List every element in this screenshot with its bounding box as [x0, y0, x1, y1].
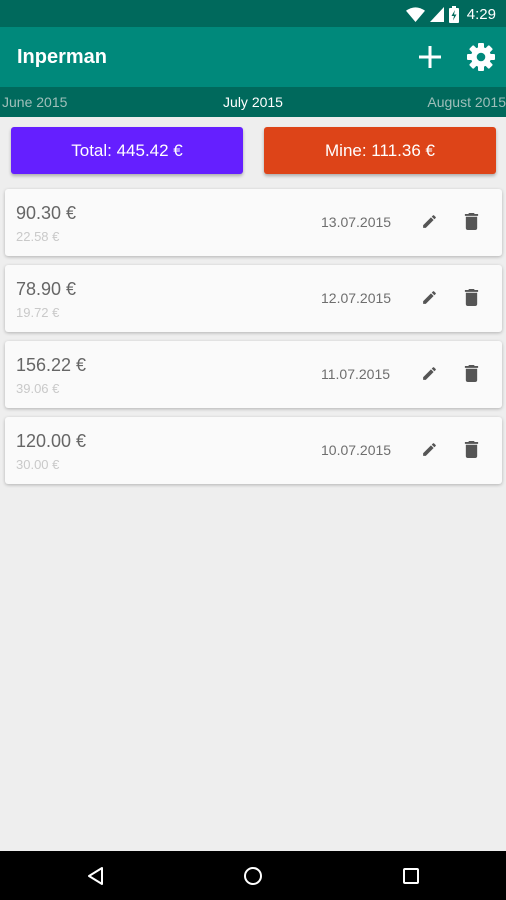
- status-time: 4:29: [466, 5, 496, 23]
- expense-amount: 120.00 €: [16, 431, 87, 451]
- expense-share: 22.58 €: [16, 229, 60, 244]
- edit-pencil-icon: [422, 214, 436, 228]
- expense-card[interactable]: 90.30 € 22.58 € 13.07.2015: [5, 189, 502, 256]
- total-button[interactable]: Total: 445.42 €: [11, 127, 243, 174]
- edit-pencil-icon: [422, 442, 436, 456]
- add-expense-button[interactable]: [412, 39, 448, 75]
- cellular-signal-icon: [429, 6, 444, 22]
- add-icon: [419, 46, 441, 68]
- delete-trash-icon: [464, 440, 478, 458]
- edit-button[interactable]: [417, 437, 441, 461]
- settings-button[interactable]: [463, 39, 499, 75]
- expense-card[interactable]: 156.22 € 39.06 € 11.07.2015: [5, 341, 502, 408]
- expense-amount: 156.22 €: [16, 355, 87, 375]
- expense-card[interactable]: 120.00 € 30.00 € 10.07.2015: [5, 417, 502, 484]
- tab-current-month[interactable]: July 2015: [223, 94, 283, 110]
- delete-button[interactable]: [459, 437, 483, 461]
- status-icons: 4:29: [405, 4, 496, 24]
- expense-amount: 90.30 €: [16, 203, 77, 223]
- delete-button[interactable]: [459, 361, 483, 385]
- system-nav-bar: [0, 851, 506, 900]
- tab-next-month[interactable]: August 2015: [427, 87, 506, 117]
- delete-trash-icon: [464, 212, 478, 230]
- edit-button[interactable]: [417, 209, 441, 233]
- recents-button[interactable]: [394, 859, 428, 893]
- delete-button[interactable]: [459, 285, 483, 309]
- delete-button[interactable]: [459, 209, 483, 233]
- back-icon: [88, 867, 103, 885]
- battery-charging-icon: [448, 5, 459, 23]
- delete-trash-icon: [464, 288, 478, 306]
- expense-amount: 78.90 €: [16, 279, 77, 299]
- wifi-icon: [405, 6, 425, 22]
- month-tabs: June 2015 July 2015 August 2015: [0, 87, 506, 117]
- expense-date: 10.07.2015: [321, 442, 392, 458]
- back-button[interactable]: [79, 859, 113, 893]
- delete-trash-icon: [464, 364, 478, 382]
- expense-card[interactable]: 78.90 € 19.72 € 12.07.2015: [5, 265, 502, 332]
- home-button[interactable]: [236, 859, 270, 893]
- expense-date: 12.07.2015: [321, 290, 392, 306]
- recents-icon: [403, 868, 419, 884]
- mine-button[interactable]: Mine: 111.36 €: [264, 127, 496, 174]
- tab-previous-month[interactable]: June 2015: [2, 87, 67, 117]
- edit-pencil-icon: [422, 290, 436, 304]
- app-bar: Inperman: [0, 27, 506, 87]
- app-title: Inperman: [17, 46, 108, 68]
- expense-share: 19.72 €: [16, 305, 60, 320]
- status-bar: 4:29: [0, 0, 506, 27]
- expense-date: 11.07.2015: [321, 366, 391, 382]
- edit-pencil-icon: [422, 366, 436, 380]
- expense-date: 13.07.2015: [321, 214, 392, 230]
- edit-button[interactable]: [417, 285, 441, 309]
- settings-gear-icon: [467, 43, 495, 71]
- expense-share: 39.06 €: [16, 381, 60, 396]
- edit-button[interactable]: [417, 361, 441, 385]
- home-icon: [244, 867, 262, 885]
- expense-share: 30.00 €: [16, 457, 60, 472]
